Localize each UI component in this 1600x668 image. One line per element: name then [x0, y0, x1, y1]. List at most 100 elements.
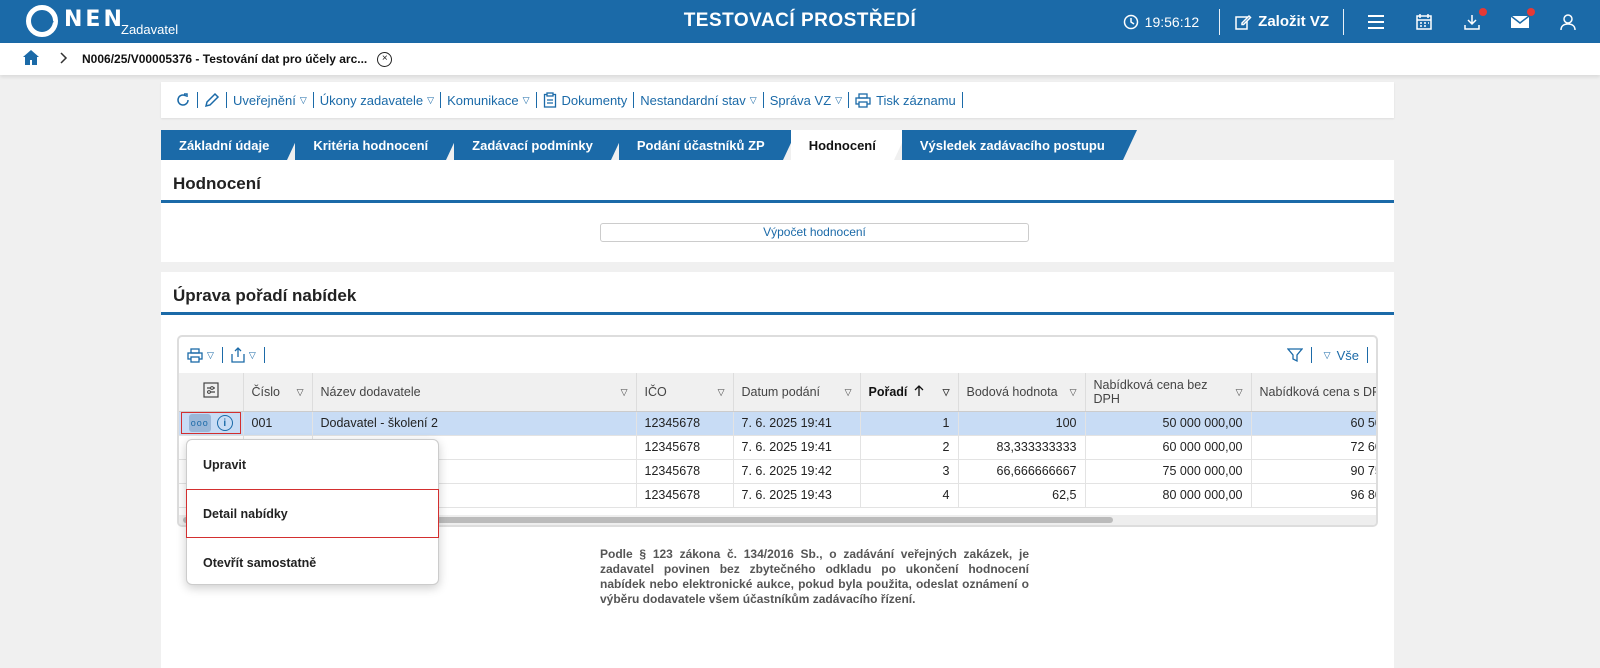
toolbar-tisk-zaznamu[interactable]: Tisk záznamu	[849, 93, 962, 108]
row-actions: ooo i	[181, 412, 241, 434]
notification-dot	[1527, 7, 1535, 16]
cell-datum: 7. 6. 2025 19:42	[733, 459, 861, 484]
printer-icon	[855, 92, 871, 108]
panel-hodnoceni: Hodnocení Výpočet hodnocení	[161, 160, 1394, 262]
column-filter-icon[interactable]: ▽	[943, 385, 950, 399]
panel-underline	[161, 312, 1394, 315]
column-filter-icon[interactable]: ▽	[621, 385, 628, 399]
cell-cena-bez-dph: 75 000 000,00	[1085, 459, 1252, 484]
toolbar-nestandardni-stav[interactable]: Nestandardní stav ▽	[634, 93, 762, 108]
cell-poradi: 3	[860, 459, 959, 484]
column-filter-icon[interactable]: ▽	[1236, 385, 1243, 399]
home-icon[interactable]	[22, 49, 40, 69]
panel-title: Hodnocení	[173, 174, 261, 193]
cell-cena-s-dph: 90 750 000,00	[1251, 459, 1376, 484]
nen-logo[interactable]: NEN	[26, 5, 125, 39]
logo-text: NEN	[64, 7, 125, 32]
row-actions-cell: ooo i	[179, 411, 244, 436]
dropdown-triangle-icon: ▽	[835, 94, 843, 105]
tab-zakladni-udaje[interactable]: Základní údaje	[161, 130, 302, 160]
session-clock: 19:56:12	[1123, 13, 1200, 30]
toolbar-komunikace[interactable]: Komunikace ▽	[441, 93, 535, 108]
create-vz-button[interactable]: Založit VZ	[1234, 13, 1329, 31]
cell-ico: 12345678	[636, 435, 734, 460]
menu-item-upravit[interactable]: Upravit	[187, 440, 438, 489]
legal-notice: Podle § 123 zákona č. 134/2016 Sb., o za…	[600, 547, 1029, 606]
column-settings-cell[interactable]	[179, 373, 244, 412]
menu-item-otevrit-samostatne[interactable]: Otevřít samostatně	[187, 538, 438, 587]
cell-cislo: 001	[243, 411, 313, 436]
tab-hodnoceni[interactable]: Hodnocení	[790, 130, 909, 160]
dropdown-triangle-icon: ▽	[207, 349, 214, 360]
filter-icon[interactable]	[1286, 347, 1303, 363]
toolbar-ukony-zadavatele[interactable]: Úkony zadavatele ▽	[314, 93, 440, 108]
tab-kriteria-hodnoceni[interactable]: Kritéria hodnocení	[295, 130, 461, 160]
grid-toolbar: ▽ ▽ ▽ Vše	[179, 337, 1376, 373]
divider	[1367, 347, 1368, 363]
column-header-nazev[interactable]: Název dodavatele ▽	[312, 373, 637, 412]
cell-cena-s-dph: 60 500 000,00	[1251, 411, 1376, 436]
toolbar-sprava-vz[interactable]: Správa VZ ▽	[764, 93, 848, 108]
divider	[1310, 347, 1312, 363]
dropdown-triangle-icon: ▽	[749, 94, 757, 105]
cell-cena-s-dph: 96 800 000,00	[1251, 483, 1376, 508]
tab-podani-ucastniku[interactable]: Podání účastníků ZP	[618, 130, 797, 160]
export-icon[interactable]: ▽	[231, 347, 256, 363]
cell-body: 83,333333333	[958, 435, 1086, 460]
cell-ico: 12345678	[636, 483, 734, 508]
menu-icon[interactable]	[1364, 10, 1388, 34]
cell-cena-s-dph: 72 600 000,00	[1251, 435, 1376, 460]
column-header-bodova-hodnota[interactable]: Bodová hodnota ▽	[958, 373, 1086, 412]
tab-bar: Základní údaje Kritéria hodnocení Zadáva…	[161, 130, 1137, 160]
row-context-menu: Upravit Detail nabídky Otevřít samostatn…	[186, 439, 439, 585]
cell-ico: 12345678	[636, 411, 734, 436]
info-icon[interactable]: i	[216, 415, 233, 431]
top-header: NEN Zadavatel TESTOVACÍ PROSTŘEDÍ 19:56:…	[0, 0, 1600, 43]
column-filter-icon[interactable]: ▽	[297, 385, 304, 399]
mail-icon[interactable]	[1508, 7, 1535, 34]
dropdown-triangle-icon: ▽	[299, 94, 307, 105]
cell-cena-bez-dph: 50 000 000,00	[1085, 411, 1252, 436]
calculate-evaluation-button[interactable]: Výpočet hodnocení	[600, 223, 1029, 242]
toolbar-dokumenty[interactable]: Dokumenty	[537, 92, 634, 108]
column-filter-icon[interactable]: ▽	[845, 385, 852, 399]
download-icon[interactable]	[1460, 7, 1487, 34]
calendar-icon[interactable]	[1412, 10, 1436, 34]
cell-poradi: 4	[860, 483, 959, 508]
column-header-ico[interactable]: IČO ▽	[636, 373, 734, 412]
close-icon[interactable]: ×	[377, 51, 393, 67]
filter-all-dropdown[interactable]: ▽ Vše	[1320, 348, 1359, 363]
tab-zadavaci-podminky[interactable]: Zadávací podmínky	[454, 130, 625, 160]
dropdown-triangle-icon: ▽	[248, 349, 256, 360]
toolbar-uverejneni[interactable]: Uveřejnění ▽	[227, 93, 313, 108]
divider	[1219, 8, 1221, 35]
tab-vysledek-zadavaciho-postupu[interactable]: Výsledek zadávacího postupu	[901, 130, 1137, 160]
column-header-cena-bez-dph[interactable]: Nabídková cena bez DPH ▽	[1085, 373, 1252, 412]
breadcrumb-current[interactable]: N006/25/V00005376 - Testování dat pro úč…	[82, 52, 367, 66]
cell-datum: 7. 6. 2025 19:41	[733, 411, 861, 436]
print-icon[interactable]: ▽	[187, 347, 214, 363]
clock-icon	[1123, 14, 1138, 29]
column-header-cislo[interactable]: Číslo ▽	[243, 373, 313, 412]
column-header-cena-s-dph[interactable]: Nabídková cena s DPH	[1251, 373, 1376, 412]
column-header-poradi[interactable]: Pořadí ▽	[860, 373, 959, 412]
menu-item-detail-nabidky[interactable]: Detail nabídky	[186, 489, 439, 538]
cell-ico: 12345678	[636, 459, 734, 484]
column-filter-icon[interactable]: ▽	[1070, 385, 1077, 399]
cell-cena-bez-dph: 60 000 000,00	[1085, 435, 1252, 460]
table-row[interactable]: ooo i 001 Dodavatel - školení 2 12345678…	[179, 411, 1376, 436]
pencil-icon[interactable]	[198, 92, 226, 108]
refresh-icon[interactable]	[169, 92, 197, 108]
divider	[263, 347, 265, 363]
column-header-datum[interactable]: Datum podání ▽	[733, 373, 861, 412]
dropdown-triangle-icon: ▽	[427, 94, 435, 105]
user-icon[interactable]	[1556, 10, 1580, 34]
cell-datum: 7. 6. 2025 19:41	[733, 435, 861, 460]
cell-body: 66,666666667	[958, 459, 1086, 484]
column-filter-icon[interactable]: ▽	[718, 385, 725, 399]
clock-time: 19:56:12	[1144, 13, 1200, 30]
column-settings-icon	[203, 382, 219, 398]
more-actions-icon[interactable]: ooo	[188, 414, 211, 432]
divider	[1343, 8, 1344, 35]
divider	[221, 347, 223, 363]
